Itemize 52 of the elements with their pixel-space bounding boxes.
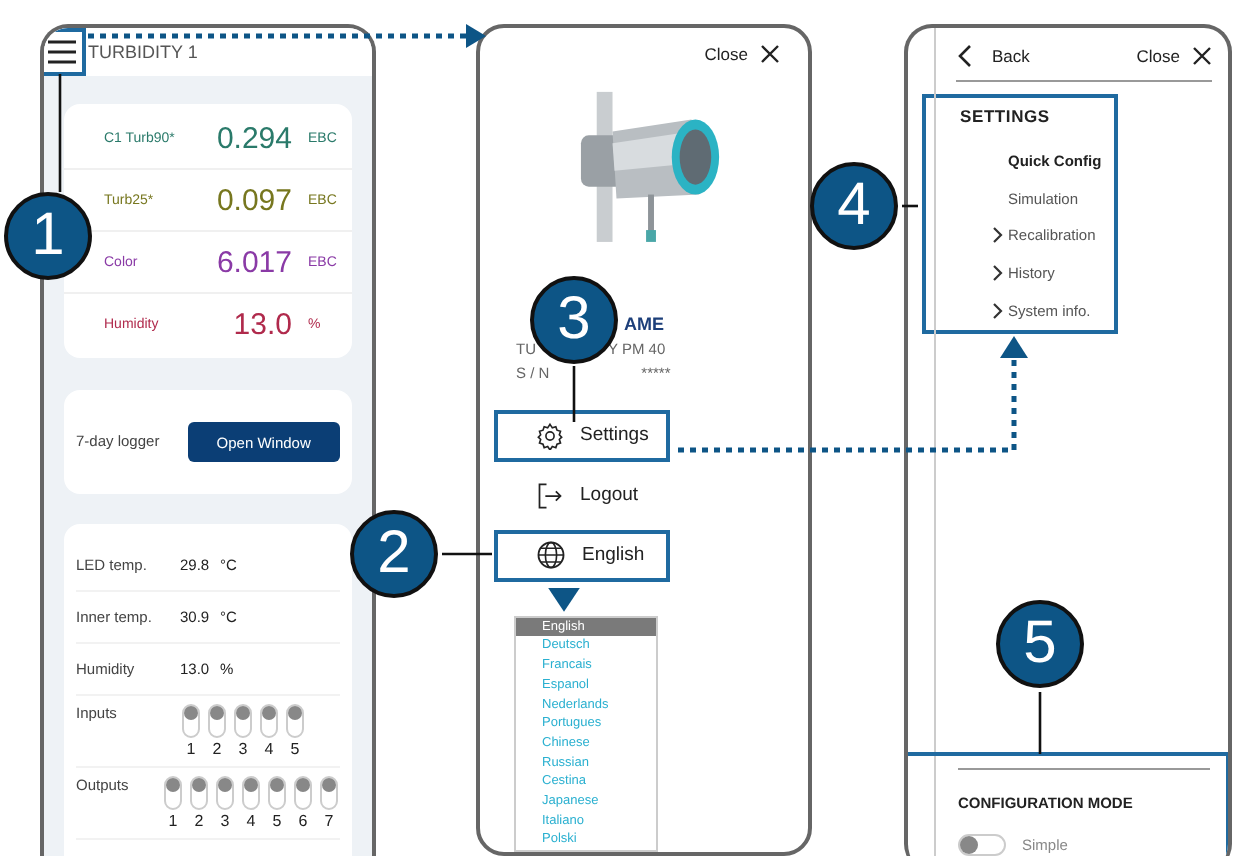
channel-toggle[interactable]: [294, 776, 312, 810]
channel-number: 6: [298, 812, 308, 830]
leader-line: [58, 74, 62, 192]
screen-title: TURBIDITY 1: [88, 42, 198, 62]
measurement-value: 13.0: [231, 307, 292, 341]
callout-number: 1: [4, 192, 92, 280]
channel-number: 7: [324, 812, 334, 830]
channel-number: 2: [194, 812, 204, 830]
back-button[interactable]: Back: [992, 46, 1030, 66]
gear-icon: [536, 421, 564, 450]
menu-icon[interactable]: [44, 28, 86, 76]
measurement-value: 6.017: [214, 245, 292, 279]
channel-number: 3: [220, 812, 230, 830]
settings-title: SETTINGS: [960, 106, 1052, 126]
globe-icon: [536, 540, 566, 571]
channel-number: 5: [272, 812, 282, 830]
channel-number: 5: [290, 740, 300, 758]
close-button[interactable]: Close: [704, 44, 748, 64]
close-icon[interactable]: [760, 44, 780, 64]
channel-toggle[interactable]: [260, 704, 278, 738]
channel-number: 4: [264, 740, 274, 758]
channel-toggle[interactable]: [216, 776, 234, 810]
logout-menu-item[interactable]: Logout: [494, 469, 670, 522]
channel-toggle[interactable]: [208, 704, 226, 738]
channel-toggle[interactable]: [190, 776, 208, 810]
close-icon[interactable]: [1192, 46, 1212, 66]
channel-toggle[interactable]: [182, 704, 200, 738]
leader-line: [902, 204, 918, 208]
channel-number: 1: [168, 812, 178, 830]
channel-toggle[interactable]: [320, 776, 338, 810]
channel-toggle[interactable]: [286, 704, 304, 738]
settings-menu-item[interactable]: Settings: [494, 409, 670, 462]
language-menu-item[interactable]: English: [494, 529, 670, 582]
channel-toggle[interactable]: [234, 704, 252, 738]
callout-number: 2: [350, 510, 438, 598]
channel-toggle[interactable]: [164, 776, 182, 810]
callout-number: 4: [810, 162, 898, 250]
measurement-value: 0.097: [214, 183, 292, 217]
close-button[interactable]: Close: [1136, 46, 1180, 66]
pointer-arrow-icon: [548, 587, 580, 612]
logout-icon: [536, 481, 564, 510]
measurement-value: 0.294: [214, 121, 292, 155]
channel-number: 1: [186, 740, 196, 758]
channel-number: 2: [212, 740, 222, 758]
leader-line: [1038, 692, 1042, 754]
channel-toggle[interactable]: [268, 776, 286, 810]
leader-line: [442, 552, 492, 556]
device-name: AME: [624, 313, 666, 334]
channel-number: 3: [238, 740, 248, 758]
channel-number: 4: [246, 812, 256, 830]
channel-toggle[interactable]: [242, 776, 260, 810]
mode-toggle[interactable]: [958, 834, 1006, 856]
